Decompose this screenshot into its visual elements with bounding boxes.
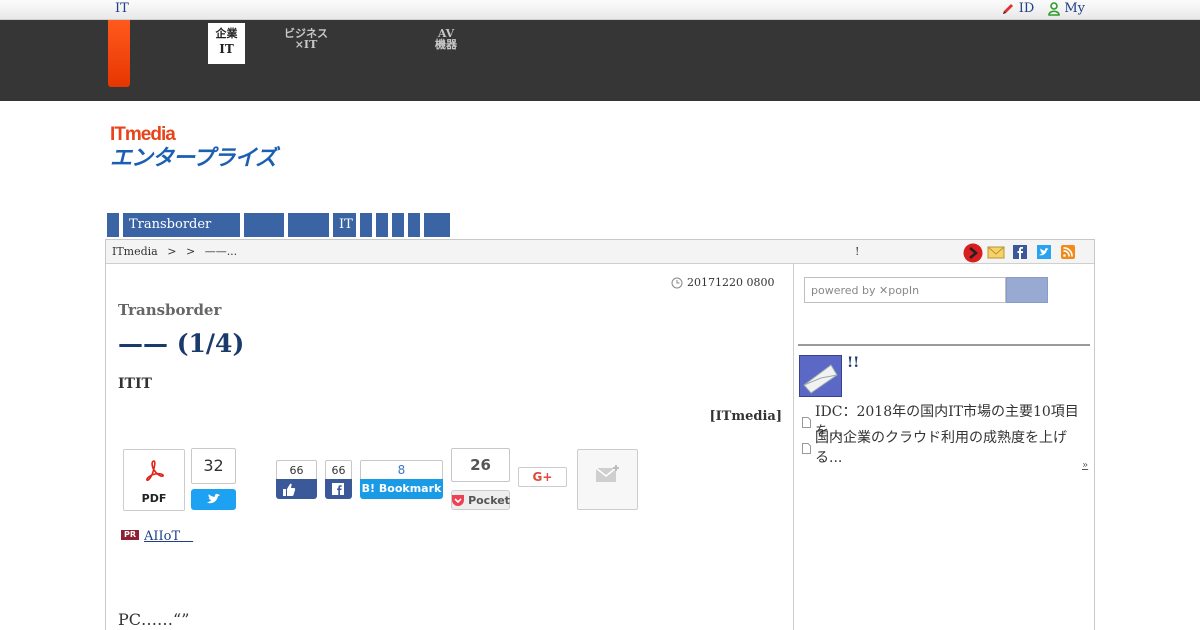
facebook-icon[interactable] [1011,243,1029,261]
category-nav-item[interactable] [107,213,119,237]
article-title: —— (1/4) [118,329,245,358]
pr-badge: PR [121,529,139,540]
column-divider [793,264,794,630]
article-body: PC……“” [118,610,190,629]
header-share-icons [963,243,1077,263]
channel-bar: 企業 IT ビジネス ×IT AV 機器 [0,20,1200,101]
pdf-icon [143,459,165,483]
pr-link[interactable]: AIIoT [144,525,193,544]
twitter-bird-icon [206,493,220,504]
category-nav-item[interactable] [424,213,450,237]
category-nav-item-transborder[interactable]: Transborder [123,213,240,237]
hatena-count: 8 [360,460,443,480]
sidebar-news-list: IDC：2018年の国内IT市場の主要10項目を... 国内企業のクラウド利用の… [802,404,1094,466]
mail-subscribe-button[interactable] [577,449,638,510]
article-lead: ITIT [118,376,152,392]
facebook-f-icon [332,483,344,495]
category-nav-item[interactable] [408,213,420,237]
channel-tab-line2: IT [219,42,234,56]
facebook-share-button[interactable] [325,479,352,499]
google-plus-button[interactable]: G+ [518,467,567,487]
clock-icon [671,277,683,289]
category-nav-item[interactable] [360,213,372,237]
breadcrumb-root[interactable]: ITmedia [112,245,158,258]
main-frame: ITmedia > > ——... ! 20171220 0800 Transb… [105,239,1095,630]
topbar-id-link[interactable]: ID [1001,1,1035,16]
article-date: 20171220 0800 [687,276,775,289]
pocket-count: 26 [451,448,510,482]
site-logo[interactable]: ITmedia エンタープライズ [110,123,315,171]
user-icon [1048,1,1061,16]
pocket-icon [451,494,465,507]
breadcrumb-current: ——... [204,245,238,258]
breadcrumb: ITmedia > > ——... [112,245,237,258]
search-button[interactable] [1006,277,1048,303]
mail-add-icon [595,465,619,482]
arrow-right-circle-icon[interactable] [963,243,983,263]
channel-tab-av[interactable]: AV 機器 [435,28,457,50]
sidebar-rule [798,344,1090,346]
pocket-button[interactable]: Pocket [451,490,510,510]
logo-bottom-text: エンタープライズ [110,145,281,171]
category-nav-item[interactable] [376,213,388,237]
topbar-my-link[interactable]: My [1048,1,1085,16]
hatena-bookmark-label: Bookmark [378,482,442,495]
category-nav: Transborder IT [107,213,450,237]
twitter-icon[interactable] [1035,243,1053,261]
breadcrumb-bar: ITmedia > > ——... ! [106,240,1094,264]
brand-strip [108,20,130,87]
thumbs-up-icon [283,483,296,496]
topbar-my-label: My [1064,1,1085,16]
channel-tab-line2: ×IT [294,38,318,51]
search-input[interactable]: powered by ✕popIn [804,277,1006,303]
channel-tab-line2: 機器 [435,38,457,51]
twitter-share-button[interactable] [191,489,236,510]
hatena-bookmark-button[interactable]: B! Bookmark [360,479,443,499]
category-nav-item[interactable] [288,213,329,237]
newsletter-title: !! [847,355,860,371]
category-nav-item[interactable] [244,213,284,237]
newsletter-envelope-icon[interactable] [799,355,842,397]
facebook-like-count: 66 [276,460,317,480]
list-item-text: 国内企業のクラウド利用の成熟度を上げる... [815,430,1067,466]
logo-top-text: ITmedia [110,124,176,145]
pdf-label: PDF [141,492,167,505]
sidebar-more-link[interactable]: » [1082,460,1088,471]
pr-line: PR AIIoT [121,525,193,544]
hatena-b-icon: B! [361,482,376,495]
breadcrumb-separator: > [185,245,196,258]
document-icon [802,442,811,454]
pocket-label: Pocket [468,493,510,507]
topbar-id-label: ID [1018,1,1035,16]
topbar-home-link[interactable]: IT [115,1,129,16]
mail-icon[interactable] [987,243,1005,261]
breadcrumb-note: ! [855,245,860,258]
category-nav-item[interactable] [392,213,404,237]
document-icon [802,416,811,428]
topbar-account-links: ID My [1001,1,1085,16]
facebook-share-count: 66 [325,460,352,480]
rss-icon[interactable] [1059,243,1077,261]
channel-tab-line1: 企業 [215,27,238,40]
article-byline: [ITmedia] [709,409,782,424]
channel-tab-enterprise[interactable]: 企業 IT [208,23,245,64]
channel-tab-business[interactable]: ビジネス ×IT [284,28,328,50]
facebook-like-button[interactable] [276,479,317,499]
article-dateline: 20171220 0800 [671,276,774,289]
article-series: Transborder [118,301,222,319]
breadcrumb-separator: > [167,245,177,258]
pencil-icon [1001,2,1015,16]
top-utility-bar: IT ID My [0,0,1200,20]
pdf-button[interactable]: PDF [123,449,185,511]
twitter-count: 32 [191,448,236,484]
list-item[interactable]: 国内企業のクラウド利用の成熟度を上げる... [802,430,1094,466]
category-nav-item-it[interactable]: IT [333,213,356,237]
